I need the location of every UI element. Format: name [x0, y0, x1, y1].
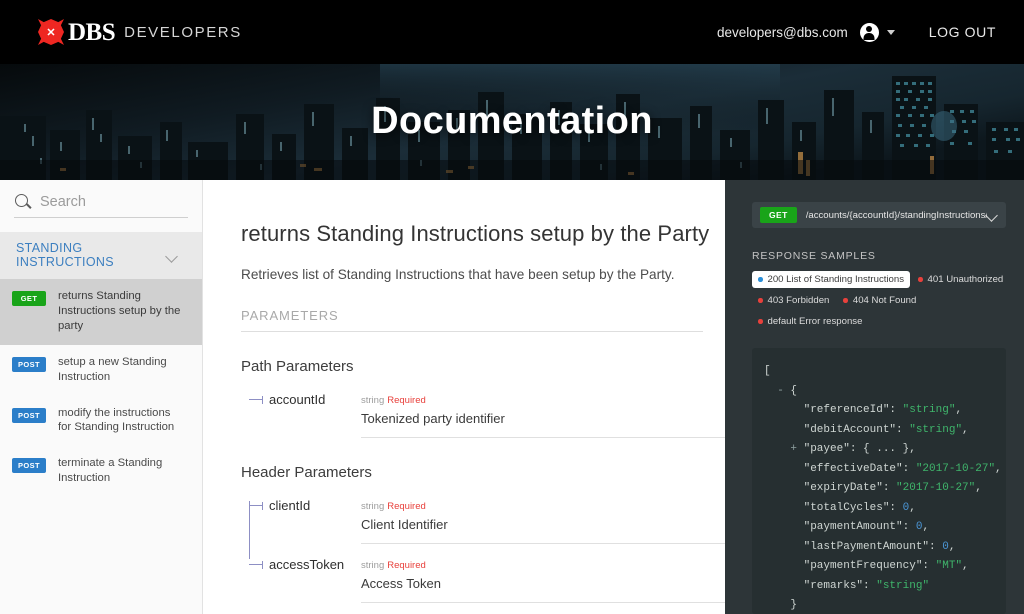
search-icon [14, 193, 31, 210]
code-line: "lastPaymentAmount": 0, [803, 540, 956, 553]
status-dot-icon [758, 319, 763, 324]
parameter-description: Tokenized party identifier [361, 411, 505, 426]
response-sample-tabs: 200 List of Standing Instructions 401 Un… [752, 271, 1022, 330]
page-title: Documentation [371, 100, 653, 142]
sidebar-item-label: modify the instructions for Standing Ins… [58, 406, 175, 434]
sidebar: STANDING INSTRUCTIONS GET returns Standi… [0, 180, 203, 614]
logout-button[interactable]: LOG OUT [929, 24, 996, 40]
response-tab-401[interactable]: 401 Unauthorized [912, 271, 1009, 288]
documentation-main: returns Standing Instructions setup by t… [203, 180, 725, 614]
page-root: DBS DEVELOPERS developers@dbs.com LOG OU… [0, 0, 1024, 614]
status-dot-icon [843, 298, 848, 303]
method-badge-post: POST [12, 458, 46, 474]
tree-connector-icon [241, 496, 269, 516]
response-tab-403[interactable]: 403 Forbidden [752, 292, 835, 309]
sidebar-group-label: STANDING INSTRUCTIONS [16, 241, 114, 269]
code-line: "totalCycles": 0, [803, 501, 916, 514]
endpoint-selector[interactable]: GET /accounts/{accountId}/standingInstru… [752, 202, 1006, 228]
response-tab-label: 403 Forbidden [767, 295, 830, 306]
parameter-type: string [361, 395, 385, 406]
brand-name: DBS [68, 18, 116, 46]
parameters-section-heading: PARAMETERS [241, 308, 703, 332]
path-parameters-list: accountId string Required Tokenized party… [241, 379, 725, 438]
code-line: "paymentFrequency": "MT", [803, 560, 969, 572]
parameter-row: accessToken string Required Access Token [241, 544, 725, 603]
sidebar-item-list: GET returns Standing Instructions setup … [0, 279, 202, 497]
dbs-diamond-icon [38, 19, 64, 45]
user-avatar-icon[interactable] [859, 22, 879, 42]
response-tab-label: 404 Not Found [852, 295, 917, 306]
parameter-type: string [361, 501, 385, 512]
code-line: - { [777, 384, 798, 397]
parameter-detail: string Required Tokenized party identifie… [361, 390, 725, 438]
parameter-name: accountId [269, 392, 326, 407]
response-tab-label: 200 List of Standing Instructions [767, 274, 905, 285]
code-line: "remarks": "string" [803, 579, 930, 592]
sidebar-item-label: returns Standing Instructions setup by t… [58, 290, 181, 332]
sidebar-item-label: terminate a Standing Instruction [58, 457, 163, 485]
code-line: "referenceId": "string", [803, 404, 963, 416]
parameter-description: Access Token [361, 576, 441, 591]
code-line: "effectiveDate": "2017-10-27", [803, 462, 1002, 475]
endpoint-description: Retrieves list of Standing Instructions … [241, 267, 675, 282]
response-tab-404[interactable]: 404 Not Found [837, 292, 922, 309]
header-parameters-list: clientId string Required Client Identifie… [241, 485, 725, 603]
parameter-type: string [361, 560, 385, 571]
content-area: STANDING INSTRUCTIONS GET returns Standi… [0, 180, 1024, 614]
parameter-required-flag: Required [387, 501, 426, 512]
code-line: "debitAccount": "string", [803, 423, 969, 436]
endpoint-path-label: /accounts/{accountId}/standingInstructio… [805, 209, 987, 221]
hero-banner: Documentation [0, 64, 1024, 180]
code-line: "paymentAmount": 0, [803, 521, 930, 533]
method-badge-post: POST [12, 356, 46, 372]
chevron-down-icon[interactable] [987, 211, 998, 219]
response-tab-label: 401 Unauthorized [927, 274, 1004, 285]
path-parameters-heading: Path Parameters [241, 358, 354, 375]
sidebar-item-setup-new-standing-instruction[interactable]: POST setup a new Standing Instruction [0, 345, 202, 396]
endpoint-title: returns Standing Instructions setup by t… [241, 221, 710, 246]
chevron-down-icon[interactable] [886, 29, 895, 35]
code-line: } [790, 599, 798, 611]
sidebar-item-modify-standing-instruction[interactable]: POST modify the instructions for Standin… [0, 396, 202, 447]
status-dot-icon [918, 277, 923, 282]
response-tab-default[interactable]: default Error response [752, 313, 868, 330]
tree-connector-icon [241, 555, 269, 575]
response-samples-heading: RESPONSE SAMPLES [752, 250, 876, 262]
response-tab-200[interactable]: 200 List of Standing Instructions [752, 271, 911, 288]
code-line: + "payee": { ... }, [790, 443, 916, 455]
parameter-detail: string Required Access Token [361, 555, 725, 603]
method-badge-get: GET [12, 291, 46, 306]
search-input[interactable] [40, 193, 188, 210]
sidebar-item-returns-standing-instructions[interactable]: GET returns Standing Instructions setup … [0, 279, 202, 345]
search-container[interactable] [14, 193, 188, 218]
parameter-required-flag: Required [387, 395, 426, 406]
chevron-down-icon[interactable] [167, 252, 178, 259]
top-bar-right-group: developers@dbs.com LOG OUT [717, 22, 996, 42]
code-line: "expiryDate": "2017-10-27", [803, 482, 982, 494]
brand-logo[interactable]: DBS DEVELOPERS [38, 19, 242, 45]
sidebar-group-standing-instructions[interactable]: STANDING INSTRUCTIONS [0, 232, 202, 279]
header-parameters-heading: Header Parameters [241, 464, 372, 481]
method-badge-get: GET [760, 207, 797, 223]
user-email-label: developers@dbs.com [717, 24, 848, 40]
status-dot-icon [758, 298, 763, 303]
parameter-row: clientId string Required Client Identifie… [241, 485, 725, 544]
parameter-name: accessToken [269, 557, 345, 572]
brand-subtitle: DEVELOPERS [124, 23, 242, 41]
top-navigation-bar: DBS DEVELOPERS developers@dbs.com LOG OU… [0, 0, 1024, 64]
parameter-required-flag: Required [387, 560, 426, 571]
code-line: [ [764, 365, 771, 377]
response-tab-label: default Error response [767, 316, 863, 327]
parameter-description: Client Identifier [361, 517, 448, 532]
tree-connector-icon [241, 390, 269, 410]
parameter-row: accountId string Required Tokenized party… [241, 379, 725, 438]
parameter-detail: string Required Client Identifier [361, 496, 725, 544]
response-panel: GET /accounts/{accountId}/standingInstru… [725, 180, 1024, 614]
status-dot-icon [758, 277, 763, 282]
method-badge-post: POST [12, 407, 46, 423]
sidebar-item-label: setup a new Standing Instruction [58, 355, 167, 383]
parameter-name: clientId [269, 498, 311, 513]
response-code-block[interactable]: [ - { "referenceId": "string", "debitAcc… [752, 348, 1006, 614]
sidebar-item-terminate-standing-instruction[interactable]: POST terminate a Standing Instruction [0, 446, 202, 497]
